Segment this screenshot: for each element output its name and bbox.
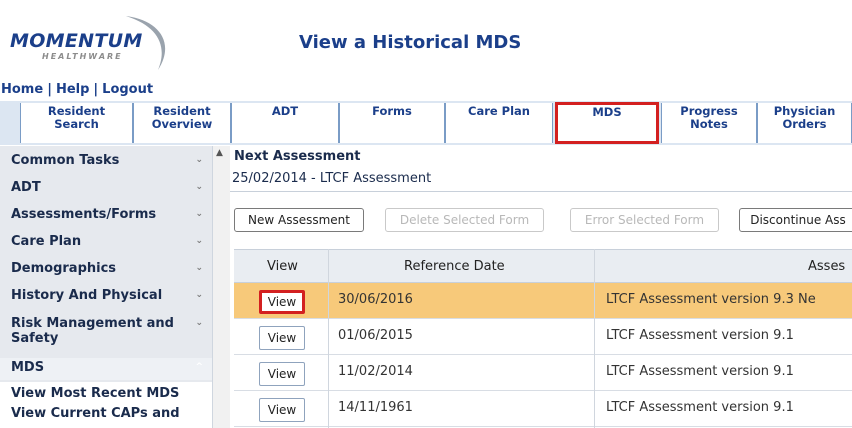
sidebar-item-history-and-physical[interactable]: History And Physical ⌄ (0, 288, 212, 303)
sidebar-scrollbar[interactable]: ▲ (212, 146, 230, 428)
tab-adt[interactable]: ADT (231, 103, 339, 143)
column-header-assessment[interactable]: Asses (808, 259, 845, 274)
table-row[interactable]: View 14/11/1961 LTCF Assessment version … (234, 391, 852, 427)
main-panel: Next Assessment 25/02/2014 - LTCF Assess… (230, 146, 852, 428)
tab-label: ADT (271, 104, 299, 118)
top-links: Home | Help | Logout (1, 82, 153, 97)
page-title: View a Historical MDS (299, 32, 522, 53)
column-header-reference-date[interactable]: Reference Date (404, 259, 505, 274)
tab-label: Orders (782, 117, 827, 131)
discontinue-assessment-button[interactable]: Discontinue Ass (739, 208, 852, 232)
tab-label: Search (54, 117, 99, 131)
tab-care-plan[interactable]: Care Plan (445, 103, 553, 143)
sidebar-item-label: Risk Management and (11, 316, 174, 331)
sidebar-item-mds[interactable]: MDS ^ (0, 358, 212, 380)
chevron-down-icon: ⌄ (195, 290, 203, 300)
logo-subtitle: HEALTHWARE (42, 52, 123, 61)
mds-submenu: View Most Recent MDS View Current CAPs a… (0, 382, 212, 428)
error-selected-form-button[interactable]: Error Selected Form (570, 208, 719, 232)
view-button[interactable]: View (259, 326, 305, 350)
table-row[interactable]: View 11/02/2014 LTCF Assessment version … (234, 355, 852, 391)
home-link[interactable]: Home (1, 82, 43, 97)
delete-selected-form-button[interactable]: Delete Selected Form (385, 208, 544, 232)
assessment-cell: LTCF Assessment version 9.1 (606, 400, 794, 415)
assessment-cell: LTCF Assessment version 9.1 (606, 328, 794, 343)
new-assessment-button[interactable]: New Assessment (234, 208, 364, 232)
tab-mds[interactable]: MDS (555, 102, 659, 144)
link-separator: | (93, 82, 99, 97)
tab-label: MDS (592, 105, 622, 119)
divider (230, 191, 852, 192)
help-link[interactable]: Help (56, 82, 89, 97)
assessment-cell: LTCF Assessment version 9.3 Ne (606, 292, 816, 307)
submenu-view-current-caps[interactable]: View Current CAPs and (11, 406, 180, 421)
logo-wordmark: MOMENTUM (10, 30, 143, 52)
chevron-up-icon: ^ (195, 362, 203, 372)
scroll-up-arrow-icon[interactable]: ▲ (216, 148, 223, 158)
logout-link[interactable]: Logout (102, 82, 153, 97)
chevron-down-icon: ⌄ (195, 263, 203, 273)
next-assessment-value: 25/02/2014 - LTCF Assessment (232, 171, 432, 186)
sidebar-item-label: Common Tasks (11, 153, 120, 168)
tab-resident-search[interactable]: Resident Search (20, 103, 133, 143)
sidebar-item-label: History And Physical (11, 288, 163, 303)
assessment-cell: LTCF Assessment version 9.1 (606, 364, 794, 379)
reference-date-cell: 14/11/1961 (338, 400, 413, 415)
sidebar-item-label: MDS (11, 360, 45, 375)
column-header-view[interactable]: View (267, 259, 298, 274)
tab-label: Overview (151, 117, 213, 131)
sidebar-item-label: Care Plan (11, 234, 82, 249)
chevron-down-icon: ⌄ (195, 236, 203, 246)
sidebar-item-adt[interactable]: ADT ⌄ (0, 180, 212, 195)
reference-date-cell: 11/02/2014 (338, 364, 413, 379)
chevron-down-icon: ⌄ (195, 209, 203, 219)
tab-label: Forms (372, 104, 412, 118)
tab-label: Care Plan (468, 104, 530, 118)
chevron-down-icon: ⌄ (195, 182, 203, 192)
sidebar-item-care-plan[interactable]: Care Plan ⌄ (0, 234, 212, 249)
sidebar-item-demographics[interactable]: Demographics ⌄ (0, 261, 212, 276)
grid-header: View Reference Date Asses (234, 249, 852, 283)
sidebar-item-assessments-forms[interactable]: Assessments/Forms ⌄ (0, 207, 212, 222)
assessment-grid: View Reference Date Asses View 30/06/201… (234, 249, 852, 428)
view-button[interactable]: View (259, 290, 305, 314)
chevron-down-icon: ⌄ (195, 155, 203, 165)
column-divider (594, 249, 595, 428)
reference-date-cell: 01/06/2015 (338, 328, 413, 343)
link-separator: | (47, 82, 52, 97)
tab-progress-notes[interactable]: Progress Notes (661, 103, 757, 143)
column-divider (328, 249, 329, 428)
table-row[interactable]: View 30/06/2016 LTCF Assessment version … (234, 283, 852, 319)
tab-physician-orders[interactable]: Physician Orders (757, 103, 852, 143)
sidebar-item-risk-management[interactable]: Risk Management and Safety ⌄ (0, 316, 212, 346)
sidebar-item-common-tasks[interactable]: Common Tasks ⌄ (0, 153, 212, 168)
reference-date-cell: 30/06/2016 (338, 292, 413, 307)
table-row[interactable]: View 01/06/2015 LTCF Assessment version … (234, 319, 852, 355)
sidebar-item-label: ADT (11, 180, 41, 195)
view-button[interactable]: View (259, 362, 305, 386)
chevron-down-icon: ⌄ (195, 318, 203, 328)
view-button[interactable]: View (259, 398, 305, 422)
sidebar-item-label: Assessments/Forms (11, 207, 157, 222)
sidebar-item-label: Safety (11, 331, 59, 346)
sidebar-item-label: Demographics (11, 261, 117, 276)
tab-resident-overview[interactable]: Resident Overview (133, 103, 231, 143)
submenu-view-most-recent-mds[interactable]: View Most Recent MDS (11, 386, 179, 401)
tab-forms[interactable]: Forms (339, 103, 445, 143)
left-sidebar: Common Tasks ⌄ ADT ⌄ Assessments/Forms ⌄… (0, 146, 212, 428)
momentum-healthware-logo: MOMENTUM HEALTHWARE (8, 12, 180, 78)
tab-label: Notes (690, 117, 728, 131)
next-assessment-label: Next Assessment (234, 149, 361, 164)
